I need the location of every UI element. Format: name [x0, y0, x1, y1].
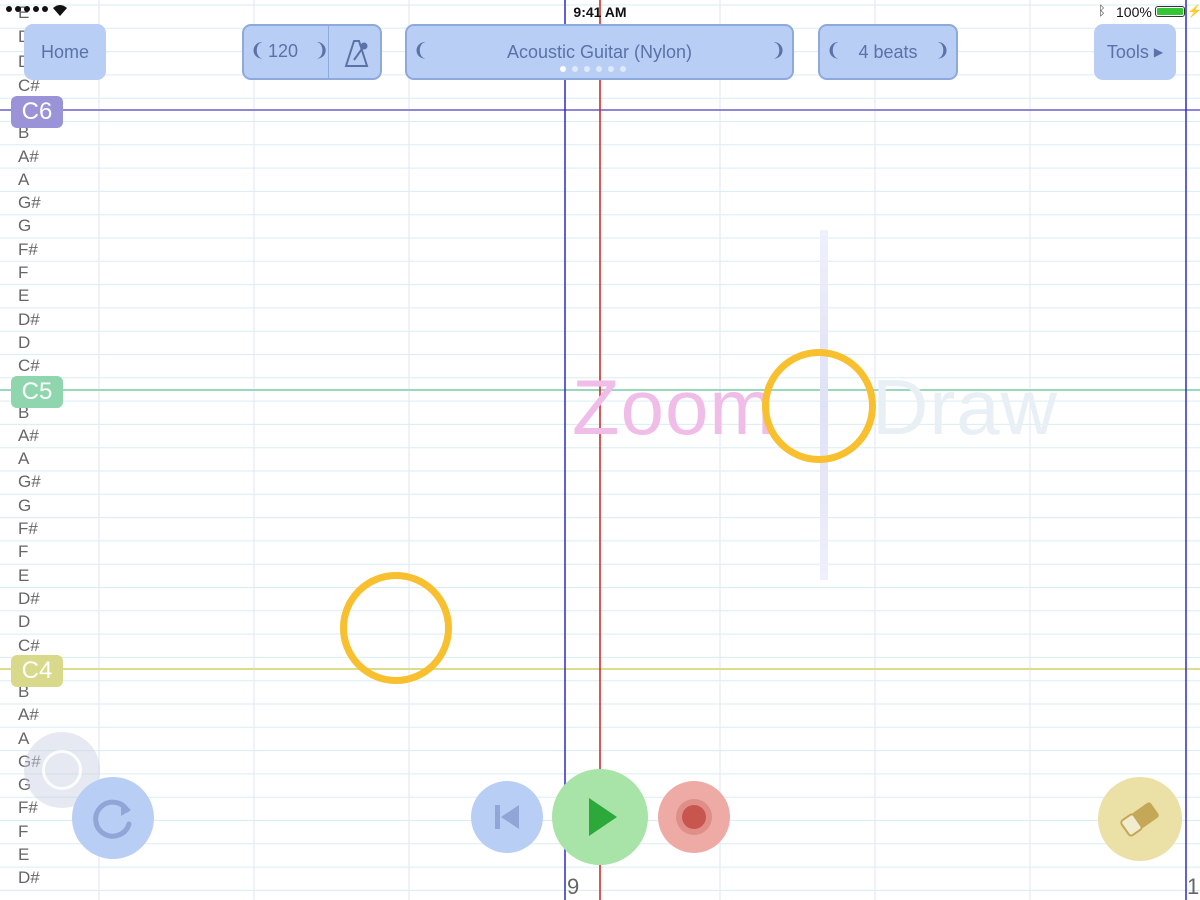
draw-watermark: Draw: [872, 363, 1059, 451]
note-label: E: [18, 566, 30, 585]
status-time: 9:41 AM: [573, 4, 627, 20]
note-label: G#: [18, 472, 41, 491]
note-label: G: [18, 496, 32, 515]
beats-selector[interactable]: ❨ 4 beats ❩: [818, 24, 958, 80]
note-label: F#: [18, 798, 38, 817]
page-indicator: [560, 66, 626, 72]
home-button[interactable]: Home: [24, 24, 106, 80]
touch-indicator-ring: [340, 572, 452, 684]
beats-value: 4 beats: [858, 41, 918, 62]
note-label: F#: [18, 519, 38, 538]
note-label: D#: [18, 589, 40, 608]
play-button[interactable]: [552, 769, 648, 865]
charging-bolt-icon: ⚡: [1187, 4, 1200, 18]
note-label: F: [18, 822, 29, 841]
beats-prev-icon[interactable]: ❨: [826, 40, 841, 61]
octave-badge-c6: C6: [11, 96, 63, 128]
eraser-icon: [1120, 802, 1159, 837]
status-bar: 9:41 AM ᛒ 100% ⚡: [0, 0, 1200, 22]
bluetooth-icon: ᛒ: [1098, 3, 1106, 18]
instrument-name: Acoustic Guitar (Nylon): [506, 41, 693, 62]
tempo-value: 120: [268, 41, 299, 61]
instrument-next-icon[interactable]: ❩: [771, 40, 786, 61]
skip-back-icon: [495, 805, 519, 829]
note-label: G#: [18, 193, 41, 212]
note-label: D#: [18, 310, 40, 329]
record-icon: [676, 799, 712, 835]
tools-label: Tools: [1106, 41, 1149, 62]
measure-number-next: 1: [1187, 874, 1200, 899]
octave-badge-c5: C5: [11, 376, 63, 408]
note-label: E: [18, 845, 30, 864]
note-label: A#: [18, 426, 39, 445]
record-button[interactable]: [658, 781, 730, 853]
instrument-prev-icon[interactable]: ❨: [413, 40, 428, 61]
measure-number: 9: [567, 874, 580, 899]
octave-badge-c4: C4: [11, 655, 63, 687]
tempo-control[interactable]: ❨ 120 ❩: [242, 24, 382, 80]
metronome-icon[interactable]: [340, 38, 372, 68]
home-label: Home: [40, 41, 89, 62]
note-label: C#: [18, 356, 40, 375]
eraser-button[interactable]: [1098, 777, 1182, 861]
zoom-watermark: Zoom: [572, 363, 776, 451]
tempo-increase-icon[interactable]: ❩: [314, 40, 329, 61]
play-icon: [589, 798, 617, 836]
note-label: A#: [18, 705, 39, 724]
note-label: D: [18, 612, 31, 631]
note-label: F: [18, 542, 29, 561]
note-label: F#: [18, 240, 38, 259]
note-label: G: [18, 216, 32, 235]
note-label: F: [18, 263, 29, 282]
battery-percent: 100%: [1116, 4, 1152, 20]
note-label: C#: [18, 636, 40, 655]
rewind-button[interactable]: [471, 781, 543, 853]
note-label: A#: [18, 147, 39, 166]
battery-icon: [1155, 6, 1185, 17]
beats-next-icon[interactable]: ❩: [935, 40, 950, 61]
tempo-decrease-icon[interactable]: ❨: [250, 40, 265, 61]
touch-indicator-ring: [762, 349, 876, 463]
note-label: D#: [18, 868, 40, 887]
tools-button[interactable]: Tools ▶: [1094, 24, 1176, 80]
loop-icon: [93, 799, 132, 839]
note-label: A: [18, 729, 30, 748]
note-label: A: [18, 449, 30, 468]
chevron-right-icon: ▶: [1153, 45, 1164, 59]
note-label: A: [18, 170, 30, 189]
loop-button[interactable]: [72, 777, 154, 859]
note-label: D: [18, 333, 31, 352]
note-label: E: [18, 286, 30, 305]
